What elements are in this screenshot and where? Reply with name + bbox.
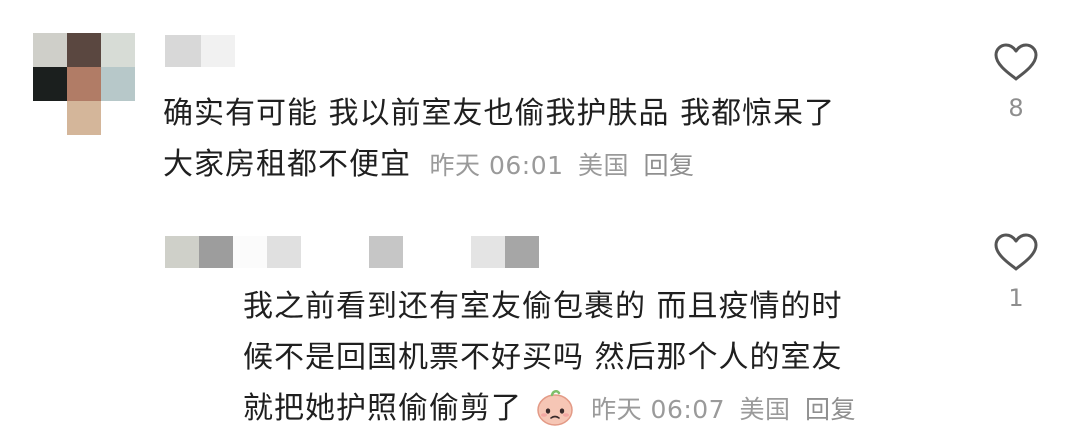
comment-line-text: 大家房租都不便宜 — [163, 147, 411, 182]
avatar-pixel — [67, 101, 101, 135]
username-pixel — [199, 236, 233, 268]
avatar-pixel — [67, 33, 101, 67]
heart-outline-icon[interactable] — [993, 42, 1039, 82]
comment-body: 确实有可能 我以前室友也偷我护肤品 我都惊呆了 大家房租都不便宜 昨天 06:0… — [163, 88, 835, 191]
username[interactable] — [165, 35, 245, 67]
comment-line: 大家房租都不便宜 昨天 06:01 美国 回复 — [163, 139, 835, 191]
reply-body: 我之前看到还有室友偷包裹的 而且疫情的时 候不是回国机票不好买吗 然后那个人的室… — [243, 281, 862, 435]
reply-button[interactable]: 回复 — [805, 395, 856, 424]
avatar[interactable] — [33, 33, 135, 135]
username-pixel — [267, 236, 301, 268]
username-pixel — [505, 236, 539, 268]
comment-line: 候不是回国机票不好买吗 然后那个人的室友 — [243, 340, 843, 375]
username-pixel — [201, 35, 235, 67]
comment-line: 就把她护照偷偷剪了 昨天 06:07 美国 回复 — [243, 383, 862, 435]
avatar-pixel — [33, 67, 67, 101]
comment-line: 确实有可能 我以前室友也偷我护肤品 我都惊呆了 — [163, 96, 836, 131]
username-pixel — [165, 236, 199, 268]
comment-time: 昨天 06:07 — [591, 395, 726, 424]
comment-meta: 昨天 06:07 美国 回复 — [591, 395, 862, 424]
avatar-pixel — [67, 67, 101, 101]
comment-location: 美国 — [578, 151, 630, 180]
comment-meta: 昨天 06:01 美国 回复 — [430, 151, 701, 180]
comment-time: 昨天 06:01 — [429, 151, 564, 180]
comment-line: 我之前看到还有室友偷包裹的 而且疫情的时 — [243, 289, 843, 324]
avatar-pixel — [101, 33, 135, 67]
username-pixel — [369, 236, 403, 268]
avatar-pixel — [101, 67, 135, 101]
like-count: 8 — [1008, 94, 1024, 122]
like-control[interactable]: 1 — [992, 232, 1040, 312]
username-pixel — [165, 35, 201, 67]
like-control[interactable]: 8 — [992, 42, 1040, 122]
like-count: 1 — [1008, 284, 1024, 312]
reply-button[interactable]: 回复 — [643, 151, 694, 180]
username-pixel — [471, 236, 505, 268]
avatar-pixel — [33, 33, 67, 67]
username-pixel — [233, 236, 267, 268]
comment-line-text: 就把她护照偷偷剪了 — [243, 391, 522, 426]
heart-outline-icon[interactable] — [993, 232, 1039, 272]
username[interactable] — [165, 236, 545, 268]
comment-location: 美国 — [739, 395, 791, 424]
sad-face-emoji-icon — [535, 387, 575, 427]
